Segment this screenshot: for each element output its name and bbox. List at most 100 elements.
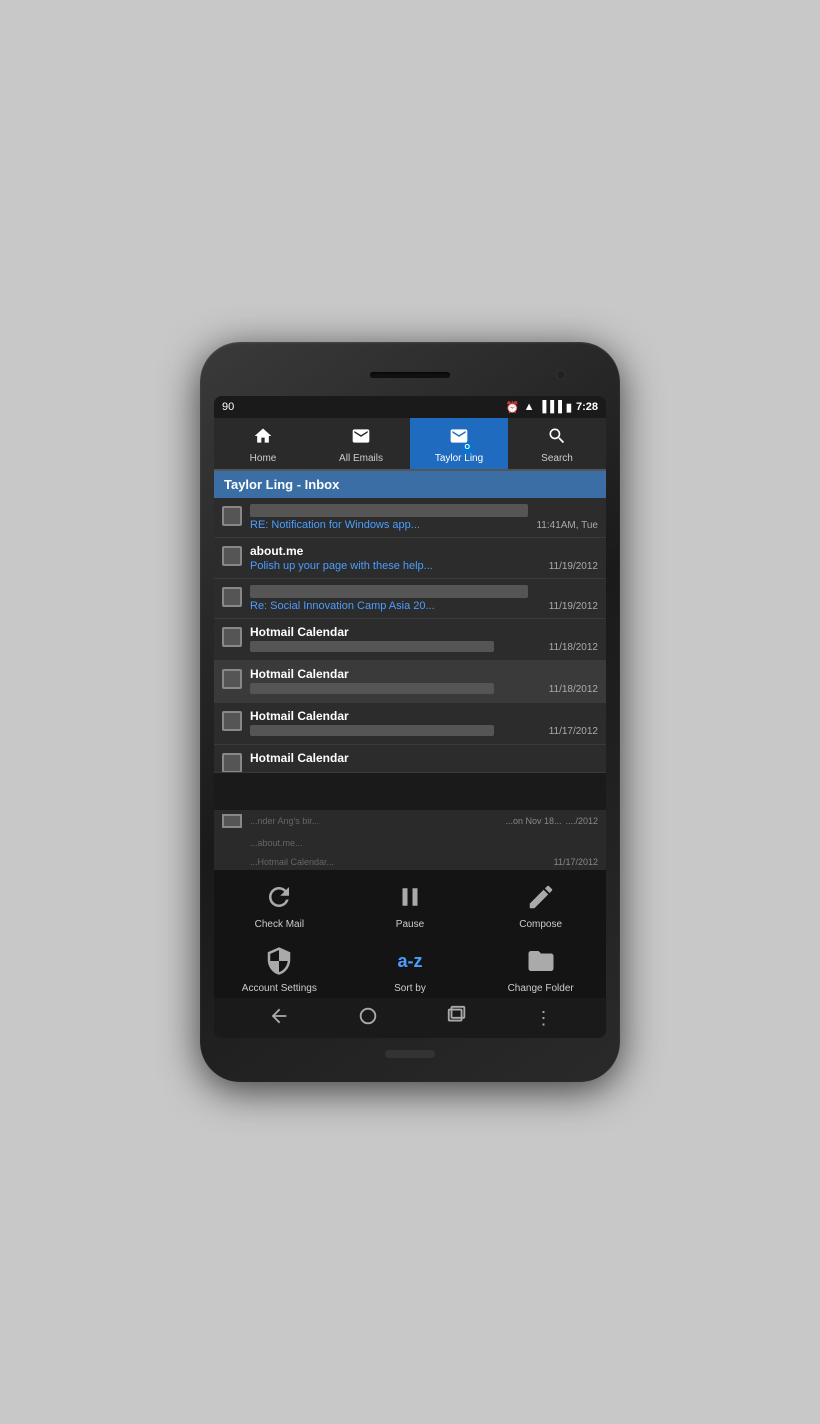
- email-behind-menu-3: ...Hotmail Calendar... 11/17/2012: [214, 854, 606, 870]
- account-settings-button[interactable]: Account Settings: [239, 942, 319, 994]
- compose-button[interactable]: Compose: [501, 878, 581, 930]
- email-row-bottom: RE: Notification for Windows app... 11:4…: [250, 519, 598, 531]
- list-item[interactable]: about.me Polish up your page with these …: [214, 538, 606, 579]
- email-sender-blurred: [250, 504, 528, 517]
- email-date: 11/18/2012: [549, 642, 598, 653]
- email-behind-menu: ...nder Ang's bir... ...on Nov 18... ...…: [214, 810, 606, 832]
- email-content: Hotmail Calendar 11/17/2012: [250, 709, 598, 738]
- email-checkbox[interactable]: [222, 753, 242, 773]
- email-checkbox[interactable]: [222, 669, 242, 689]
- signal-icon: ▐▐▐: [539, 401, 562, 413]
- back-button[interactable]: [268, 1005, 290, 1032]
- account-settings-label: Account Settings: [242, 983, 317, 994]
- email-content: Hotmail Calendar 11/18/2012: [250, 667, 598, 696]
- email-row-bottom: 11/17/2012: [250, 725, 598, 738]
- tab-search-label: Search: [541, 453, 573, 464]
- pause-button[interactable]: Pause: [370, 878, 450, 930]
- email-row-bottom: Polish up your page with these help... 1…: [250, 560, 598, 572]
- email-sender-blurred: [250, 585, 528, 598]
- phone-bottom: [214, 1044, 606, 1064]
- tab-home[interactable]: Home: [214, 418, 312, 469]
- email-subject: Polish up your page with these help...: [250, 560, 433, 572]
- alarm-icon: ⏰: [506, 401, 520, 414]
- list-item[interactable]: Hotmail Calendar 11/18/2012: [214, 619, 606, 661]
- email-content: about.me Polish up your page with these …: [250, 544, 598, 572]
- phone-screen: 90 ⏰ ▲ ▐▐▐ ▮ 7:28 Home: [214, 396, 606, 1038]
- status-time: 7:28: [576, 401, 598, 413]
- menu-row-1: Check Mail Pause: [214, 870, 606, 934]
- recents-button[interactable]: [446, 1005, 468, 1032]
- az-sort-icon: a-z: [391, 942, 429, 980]
- compose-label: Compose: [519, 919, 562, 930]
- check-mail-label: Check Mail: [255, 919, 304, 930]
- email-content: Hotmail Calendar: [250, 751, 598, 767]
- list-item[interactable]: Re: Social Innovation Camp Asia 20... 11…: [214, 579, 606, 619]
- email-checkbox[interactable]: [222, 627, 242, 647]
- email-date: 11/18/2012: [549, 684, 598, 695]
- email-content: Re: Social Innovation Camp Asia 20... 11…: [250, 585, 598, 612]
- menu-button[interactable]: ⋮: [535, 1008, 553, 1029]
- status-right: ⏰ ▲ ▐▐▐ ▮ 7:28: [506, 401, 598, 414]
- status-notification-count: 90: [222, 401, 234, 413]
- email-content: RE: Notification for Windows app... 11:4…: [250, 504, 598, 531]
- email-sender: Hotmail Calendar: [250, 709, 598, 723]
- email-sender: about.me: [250, 544, 598, 558]
- list-item[interactable]: Hotmail Calendar 11/18/2012: [214, 661, 606, 703]
- phone-device: 90 ⏰ ▲ ▐▐▐ ▮ 7:28 Home: [200, 342, 620, 1082]
- list-item[interactable]: Hotmail Calendar: [214, 745, 606, 773]
- nav-tabs: Home All Emails O: [214, 418, 606, 471]
- email-list[interactable]: RE: Notification for Windows app... 11:4…: [214, 498, 606, 810]
- email-sender: Hotmail Calendar: [250, 751, 598, 765]
- tab-taylor-ling-label: Taylor Ling: [435, 453, 483, 464]
- email-content: Hotmail Calendar 11/18/2012: [250, 625, 598, 654]
- inbox-title: Taylor Ling - Inbox: [224, 477, 339, 492]
- email-list-container: RE: Notification for Windows app... 11:4…: [214, 498, 606, 1038]
- search-icon: [547, 426, 567, 451]
- email-subject-blurred: [250, 641, 494, 652]
- email-icon: [351, 426, 371, 451]
- email-sender: Hotmail Calendar: [250, 667, 598, 681]
- home-button[interactable]: [357, 1005, 379, 1032]
- inbox-header: Taylor Ling - Inbox: [214, 471, 606, 498]
- email-subject-blurred: [250, 683, 494, 694]
- email-row-bottom: 11/18/2012: [250, 683, 598, 696]
- email-row-bottom: 11/18/2012: [250, 641, 598, 654]
- status-bar: 90 ⏰ ▲ ▐▐▐ ▮ 7:28: [214, 396, 606, 418]
- wifi-icon: ▲: [524, 401, 535, 413]
- list-item[interactable]: Hotmail Calendar 11/17/2012: [214, 703, 606, 745]
- email-date: 11/19/2012: [549, 561, 598, 572]
- change-folder-label: Change Folder: [508, 983, 574, 994]
- pause-label: Pause: [396, 919, 424, 930]
- email-row-bottom: Re: Social Innovation Camp Asia 20... 11…: [250, 600, 598, 612]
- refresh-icon: [260, 878, 298, 916]
- list-item[interactable]: RE: Notification for Windows app... 11:4…: [214, 498, 606, 538]
- phone-top-bar: [214, 360, 606, 390]
- email-checkbox[interactable]: [222, 506, 242, 526]
- email-checkbox[interactable]: [222, 711, 242, 731]
- android-nav: ⋮: [214, 998, 606, 1038]
- battery-icon: ▮: [566, 401, 572, 414]
- change-folder-button[interactable]: Change Folder: [501, 942, 581, 994]
- phone-camera: [556, 370, 566, 380]
- physical-home-button[interactable]: [385, 1050, 435, 1058]
- tab-all-emails[interactable]: All Emails: [312, 418, 410, 469]
- email-sender: Hotmail Calendar: [250, 625, 598, 639]
- check-mail-button[interactable]: Check Mail: [239, 878, 319, 930]
- settings-icon: [260, 942, 298, 980]
- email-checkbox[interactable]: [222, 546, 242, 566]
- tab-search[interactable]: Search: [508, 418, 606, 469]
- email-date: 11/19/2012: [549, 601, 598, 612]
- tab-taylor-ling[interactable]: O Taylor Ling: [410, 418, 508, 469]
- email-behind-menu-2: ...about.me...: [214, 832, 606, 854]
- email-subject: Re: Social Innovation Camp Asia 20...: [250, 600, 435, 612]
- sort-by-label: Sort by: [394, 983, 426, 994]
- pause-icon: [391, 878, 429, 916]
- tab-home-label: Home: [250, 453, 277, 464]
- sort-by-button[interactable]: a-z Sort by: [370, 942, 450, 994]
- bottom-menu: ...nder Ang's bir... ...on Nov 18... ...…: [214, 810, 606, 1038]
- email-date: 11:41AM, Tue: [536, 520, 598, 531]
- menu-row-2: Account Settings a-z Sort by: [214, 934, 606, 998]
- email-checkbox[interactable]: [222, 587, 242, 607]
- compose-icon: [522, 878, 560, 916]
- outlook-icon: O: [449, 426, 469, 451]
